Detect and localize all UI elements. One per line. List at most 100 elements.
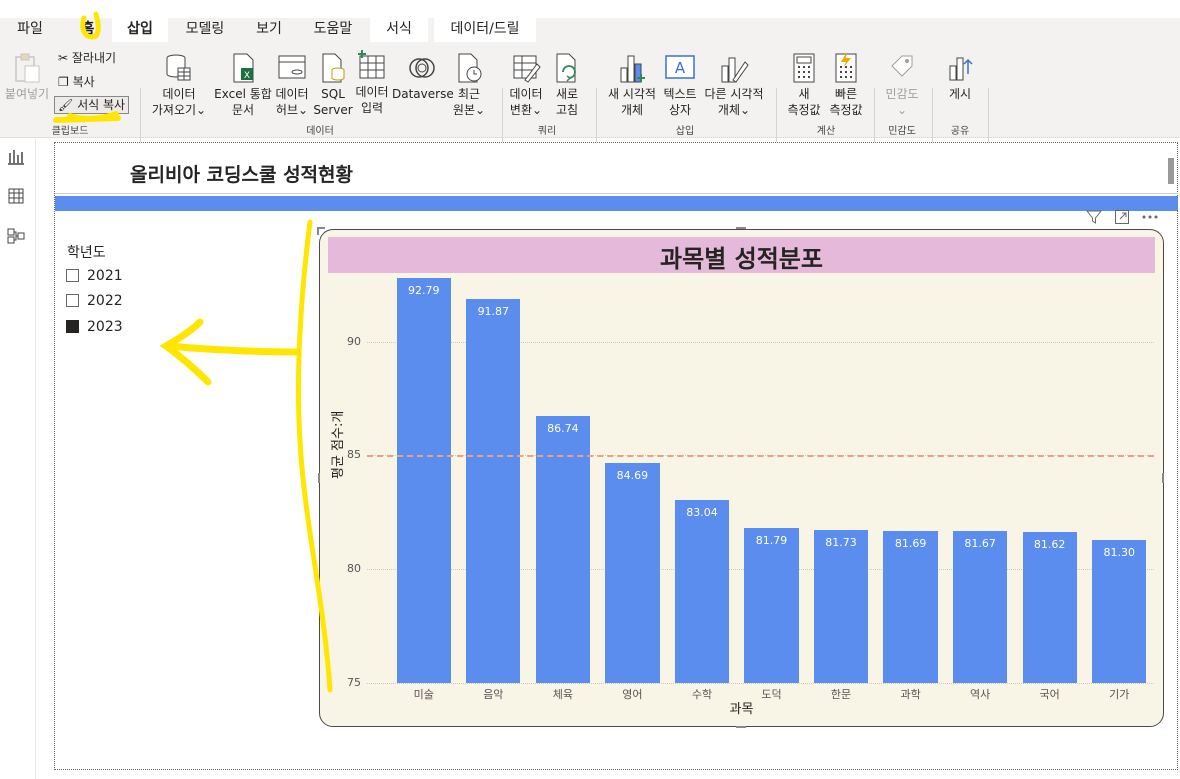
sql-server-icon	[322, 53, 345, 83]
group-label-insert: 삽입	[675, 126, 695, 137]
tab-insert[interactable]: 삽입	[112, 18, 168, 43]
resize-handle[interactable]	[1162, 473, 1164, 483]
tab-view[interactable]: 보기	[242, 18, 296, 42]
data-label: 81.69	[894, 536, 927, 550]
resize-handle[interactable]	[317, 227, 319, 235]
y-tick-label: 85	[347, 448, 361, 462]
tab-help[interactable]: 도움말	[298, 18, 368, 42]
excel-workbook-button[interactable]: X Excel 통합 문서	[212, 52, 274, 118]
x-tick-label: 영어	[622, 688, 643, 701]
tab-file[interactable]: 파일	[4, 18, 56, 42]
slicer-item-2023[interactable]: 2023	[66, 319, 123, 335]
table-view-icon[interactable]	[7, 187, 25, 205]
bar-국어[interactable]	[1022, 532, 1077, 683]
bar-과학[interactable]	[883, 530, 938, 683]
bar-도덕[interactable]	[744, 528, 799, 683]
resize-handle[interactable]	[736, 726, 746, 728]
x-tick-label: 미술	[413, 688, 434, 701]
new-visual-button[interactable]: 새 시각적 개체	[604, 52, 660, 118]
scrollbar-thumb[interactable]	[1168, 158, 1174, 184]
recent-source-icon	[458, 53, 482, 83]
y-axis-label: 평균 점수:개	[331, 410, 346, 479]
tab-home[interactable]: 홈	[64, 18, 112, 42]
x-tick-label: 과학	[900, 688, 921, 701]
checkbox[interactable]	[66, 269, 79, 282]
excel-icon: X	[233, 53, 254, 83]
checkbox-checked[interactable]	[66, 320, 79, 333]
paste-button[interactable]: 붙여넣기	[2, 52, 52, 102]
resize-handle[interactable]	[736, 227, 746, 229]
svg-text:A: A	[675, 59, 686, 77]
x-tick-label: 국어	[1039, 688, 1060, 701]
textbox-button[interactable]: A 텍스트 상자	[660, 52, 700, 118]
group-label-calc: 계산	[816, 126, 836, 137]
focus-mode-icon[interactable]	[1114, 209, 1130, 225]
average-line	[367, 455, 1154, 458]
filter-icon[interactable]	[1086, 209, 1102, 225]
bar-chart-visual[interactable]: 과목별 성적분포 평균 점수:개 과목 75 80 85 90 92.79 미술 91.87…	[317, 227, 1164, 728]
data-hub-button[interactable]: 데이터 허브⌄	[272, 52, 312, 118]
copy-button[interactable]: ❐ 복사	[58, 74, 95, 90]
quick-measure-button[interactable]: 빠른 측정값	[826, 52, 866, 118]
data-label: 81.73	[825, 535, 857, 549]
data-label: 86.74	[547, 421, 579, 435]
ribbon-tabs: 파일 홈 삽입 모델링 보기 도움말 서식 데이터/드릴	[0, 18, 1180, 43]
y-tick-label: 90	[347, 334, 361, 348]
svg-text:X: X	[244, 71, 250, 81]
slicer-item-2022[interactable]: 2022	[66, 293, 123, 309]
chart-title-box: 과목별 성적분포	[328, 237, 1155, 273]
data-label: 92.79	[408, 284, 440, 298]
bar-역사[interactable]	[953, 531, 1008, 683]
x-tick-label: 기가	[1109, 688, 1130, 701]
more-options-icon[interactable]	[1140, 209, 1160, 225]
bar-미술[interactable]	[396, 278, 451, 683]
resize-handle[interactable]	[318, 473, 320, 483]
group-label-sensitivity: 민감도	[888, 126, 916, 137]
new-measure-button[interactable]: 새 측정값	[784, 52, 824, 118]
more-visuals-icon	[721, 57, 749, 83]
checkbox[interactable]	[66, 294, 79, 307]
more-visuals-button[interactable]: 다른 시각적 개체⌄	[702, 52, 766, 118]
cut-button[interactable]: ✂ 잘라내기	[58, 50, 116, 66]
format-painter-button[interactable]: 🖌 서식 복사	[54, 96, 130, 114]
database-icon	[166, 54, 191, 81]
bar-영어[interactable]	[605, 462, 660, 683]
bar-한문[interactable]	[813, 529, 869, 683]
paintbrush-icon: 🖌	[58, 98, 74, 112]
tab-data-drill[interactable]: 데이터/드릴	[434, 18, 536, 43]
x-tick-label: 도덕	[761, 688, 782, 701]
x-tick-label: 한문	[830, 688, 852, 701]
data-label: 91.87	[477, 305, 510, 319]
transform-data-button[interactable]: 데이터 변환⌄	[506, 52, 546, 118]
refresh-button[interactable]: 새로 고침	[548, 52, 586, 118]
tab-format[interactable]: 서식	[370, 18, 428, 43]
ribbon: 붙여넣기 ✂ 잘라내기 ❐ 복사 🖌 서식 복사 클립보드 데이터 가져오기⌄ X…	[0, 42, 1180, 174]
sql-server-button[interactable]: SQL Server	[312, 52, 354, 118]
chart-title: 과목별 성적분포	[660, 245, 823, 273]
model-view-icon[interactable]	[7, 227, 25, 245]
enter-data-button[interactable]: 데이터 입력	[352, 50, 392, 116]
transform-data-icon	[513, 55, 541, 83]
publish-button[interactable]: 게시	[940, 52, 980, 102]
recent-sources-button[interactable]: 최근 원본⌄	[448, 52, 490, 118]
data-label: 83.04	[686, 506, 718, 520]
quick-measure-icon	[835, 52, 857, 83]
y-tick-label: 80	[347, 562, 361, 576]
calculator-icon	[793, 53, 815, 83]
bar-수학[interactable]	[674, 500, 730, 683]
tab-modeling[interactable]: 모델링	[170, 18, 240, 42]
bar-기가[interactable]	[1092, 539, 1147, 683]
y-tick-label: 75	[347, 676, 361, 689]
report-view-icon[interactable]	[7, 148, 25, 166]
get-data-button[interactable]: 데이터 가져오기⌄	[148, 52, 210, 118]
group-label-share: 공유	[950, 126, 970, 137]
data-hub-icon	[278, 55, 306, 79]
sensitivity-button[interactable]: 민감도 ⌄	[880, 52, 924, 118]
gridline	[367, 683, 1154, 684]
bar-음악[interactable]	[466, 299, 521, 683]
group-label-clipboard: 클립보드	[51, 126, 89, 137]
slicer-item-2021[interactable]: 2021	[66, 268, 123, 284]
view-switcher-rail	[0, 139, 36, 779]
dataverse-button[interactable]: Dataverse	[392, 52, 454, 102]
x-tick-label: 체육	[552, 688, 573, 701]
